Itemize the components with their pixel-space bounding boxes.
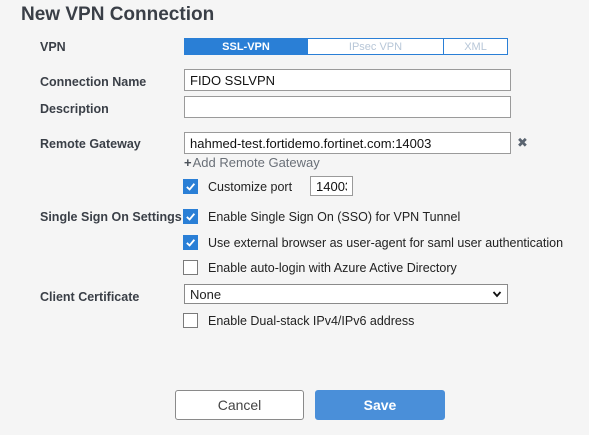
external-browser-checkbox[interactable] — [183, 235, 198, 250]
external-browser-label: Use external browser as user-agent for s… — [208, 236, 564, 250]
azure-auto-login-checkbox[interactable] — [183, 260, 198, 275]
add-remote-gateway-link[interactable]: + Add Remote Gateway — [184, 155, 320, 170]
azure-auto-login-label: Enable auto-login with Azure Active Dire… — [208, 261, 457, 275]
connection-name-input[interactable] — [184, 69, 511, 91]
dual-stack-checkbox[interactable] — [183, 313, 198, 328]
vpn-label: VPN — [40, 40, 66, 54]
customize-port-checkbox[interactable] — [183, 179, 198, 194]
dual-stack-label: Enable Dual-stack IPv4/IPv6 address — [208, 314, 415, 328]
save-button[interactable]: Save — [315, 390, 445, 420]
vpn-option-ipsec[interactable]: IPsec VPN — [307, 39, 443, 54]
close-x-icon[interactable]: ✖ — [517, 135, 528, 151]
add-remote-gateway-text: Add Remote Gateway — [192, 155, 320, 170]
plus-icon: + — [184, 155, 192, 170]
cancel-button[interactable]: Cancel — [175, 390, 304, 420]
vpn-option-ssl[interactable]: SSL-VPN — [185, 39, 307, 54]
client-certificate-value: None — [190, 286, 222, 302]
checkmark-icon — [186, 213, 196, 221]
sso-settings-label: Single Sign On Settings — [40, 210, 182, 224]
remote-gateway-label: Remote Gateway — [40, 137, 141, 151]
client-certificate-select[interactable]: None — [184, 284, 508, 304]
description-label: Description — [40, 102, 109, 116]
page-title: New VPN Connection — [21, 4, 215, 25]
vpn-option-xml[interactable]: XML — [443, 39, 507, 54]
port-input[interactable] — [310, 176, 353, 196]
client-certificate-label: Client Certificate — [40, 290, 140, 304]
remote-gateway-input[interactable] — [184, 132, 511, 154]
description-input[interactable] — [184, 96, 511, 118]
chevron-down-icon — [492, 291, 502, 298]
enable-sso-checkbox[interactable] — [183, 209, 198, 224]
customize-port-label: Customize port — [208, 180, 293, 194]
checkmark-icon — [186, 239, 196, 247]
enable-sso-label: Enable Single Sign On (SSO) for VPN Tunn… — [208, 210, 461, 224]
connection-name-label: Connection Name — [40, 75, 147, 89]
vpn-type-toggle: SSL-VPN IPsec VPN XML — [184, 38, 508, 55]
checkmark-icon — [186, 183, 196, 191]
